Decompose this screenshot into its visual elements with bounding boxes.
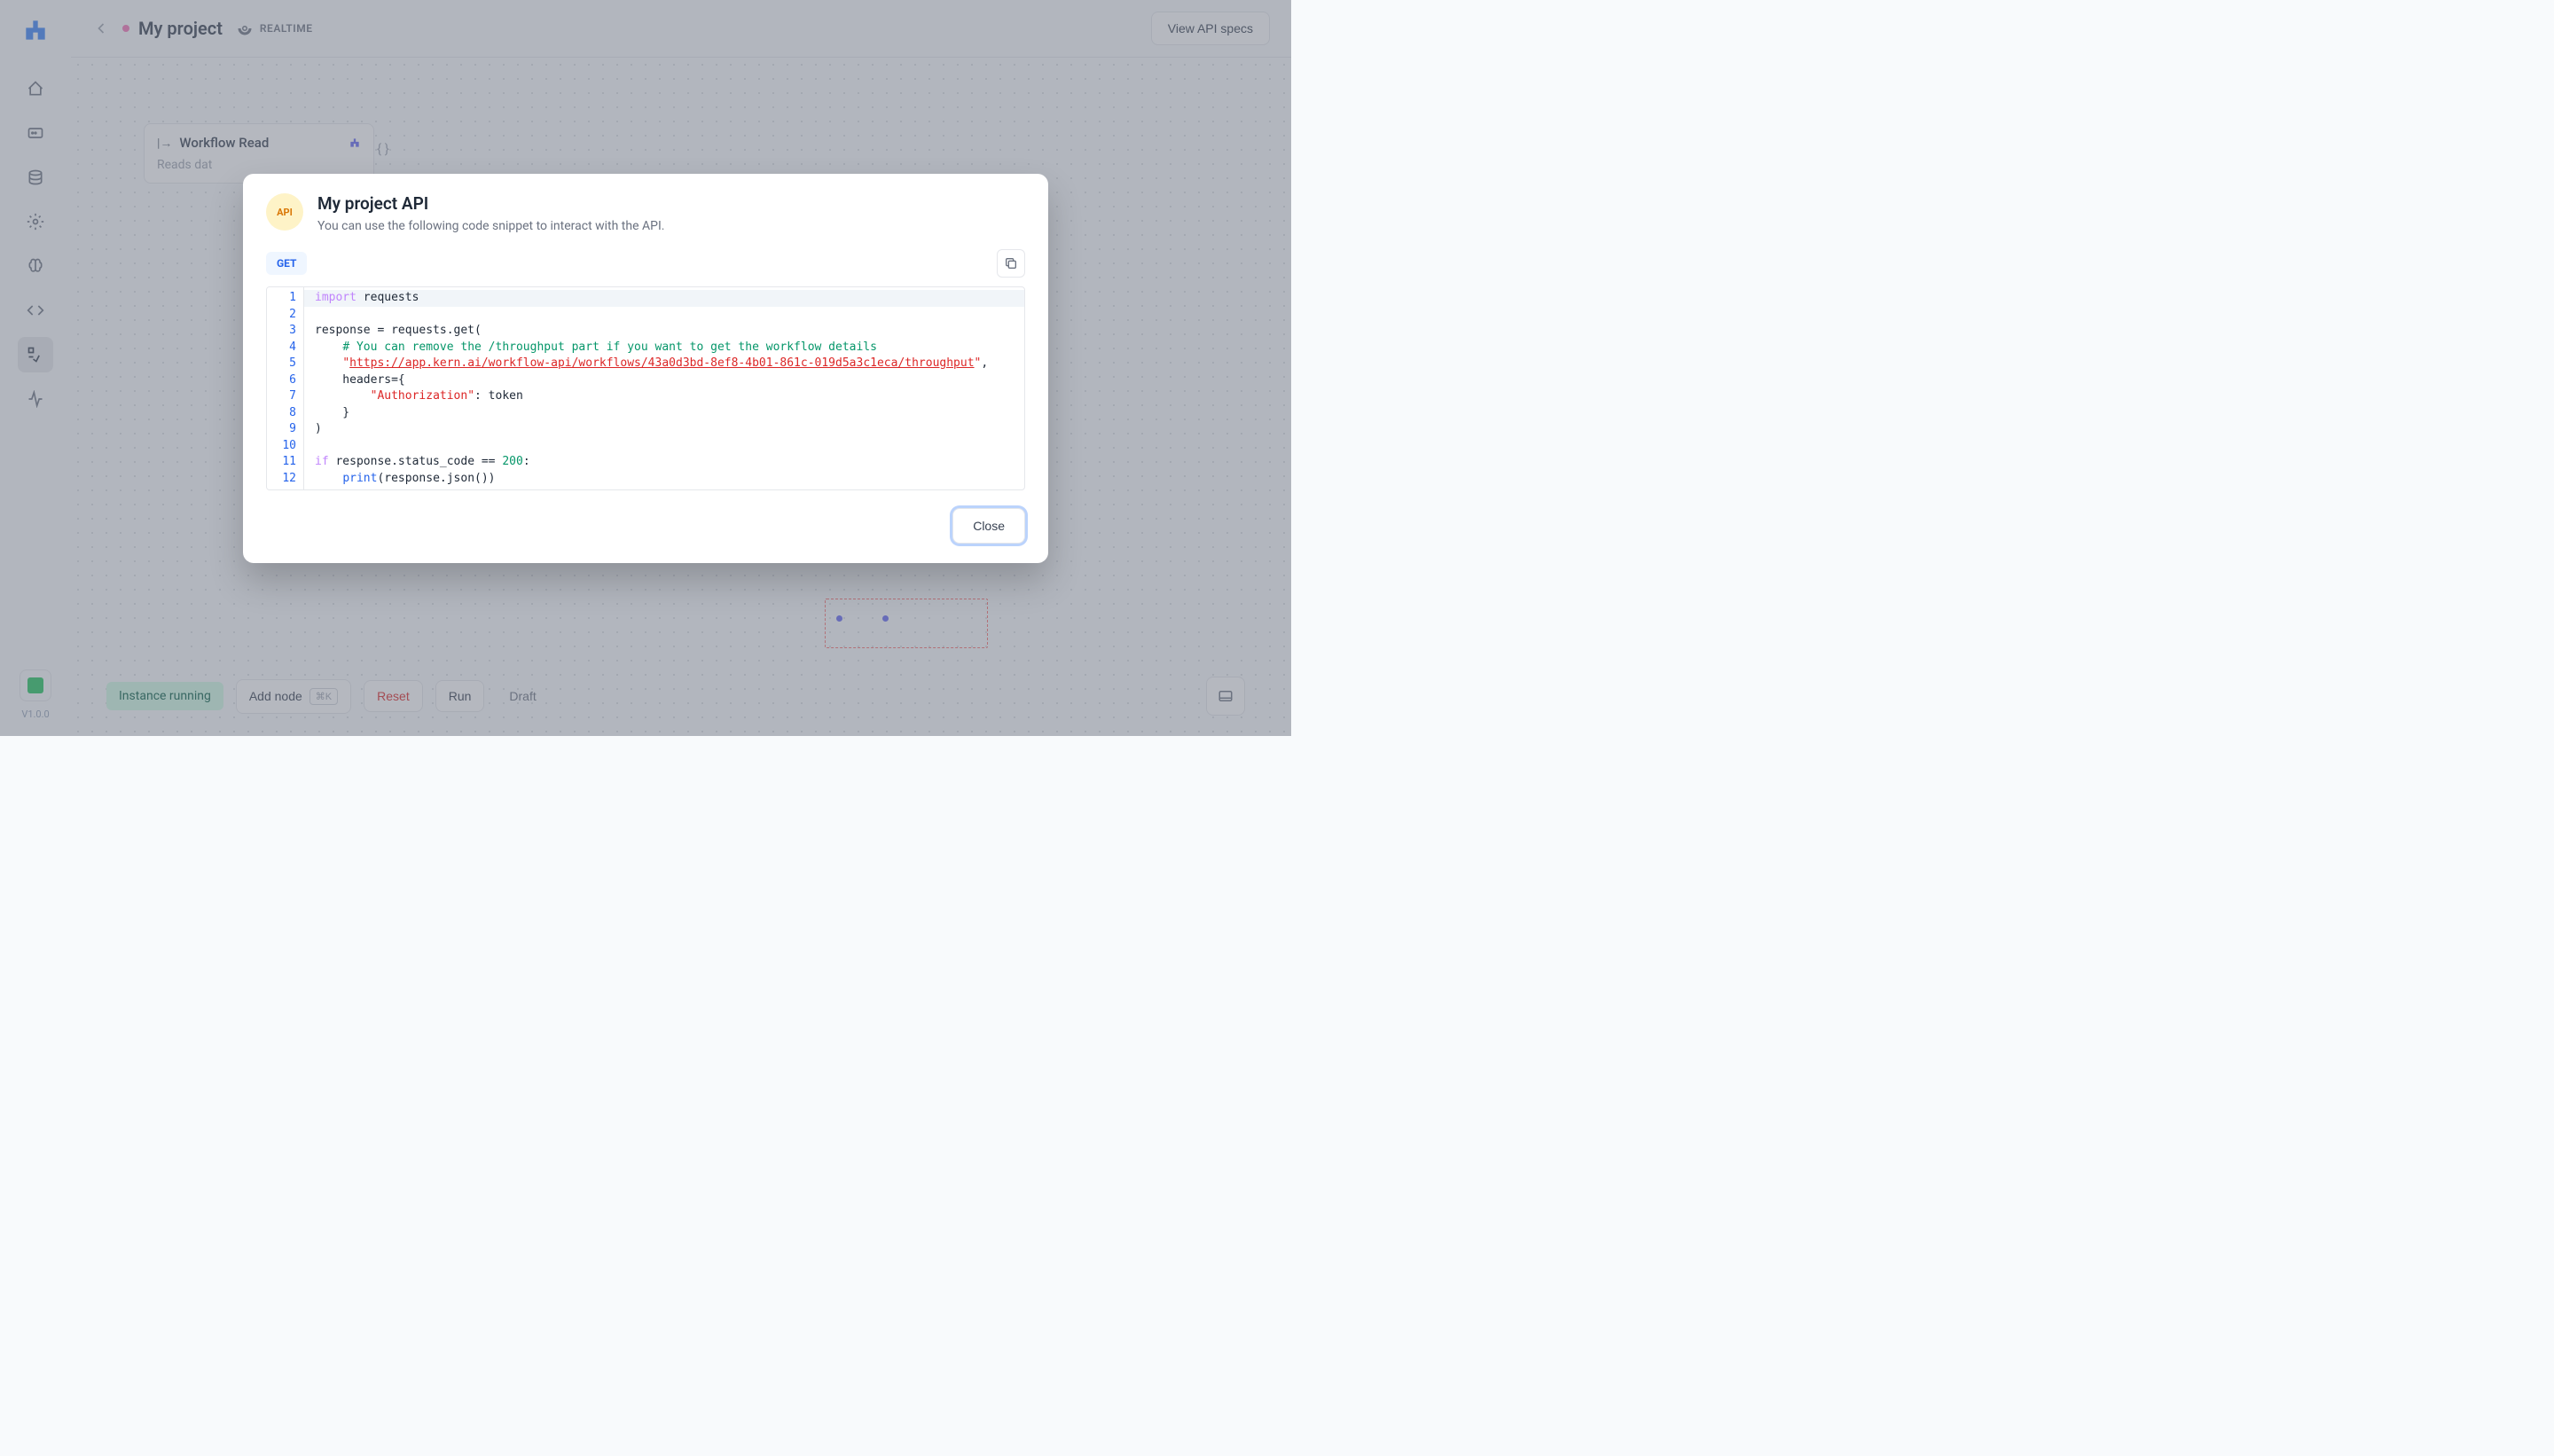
- close-button[interactable]: Close: [952, 508, 1025, 544]
- code-body[interactable]: import requests response = requests.get(…: [304, 287, 1024, 489]
- code-editor[interactable]: 1 2 3 4 5 6 7 8 9 10 11 12 import reques…: [266, 286, 1025, 490]
- api-modal: API My project API You can use the follo…: [243, 174, 1048, 563]
- http-method-badge: GET: [266, 252, 307, 275]
- api-badge-icon: API: [266, 193, 303, 231]
- modal-title: My project API: [317, 193, 664, 214]
- copy-code-button[interactable]: [997, 249, 1025, 278]
- modal-subtitle: You can use the following code snippet t…: [317, 219, 664, 233]
- line-gutter: 1 2 3 4 5 6 7 8 9 10 11 12: [267, 287, 304, 489]
